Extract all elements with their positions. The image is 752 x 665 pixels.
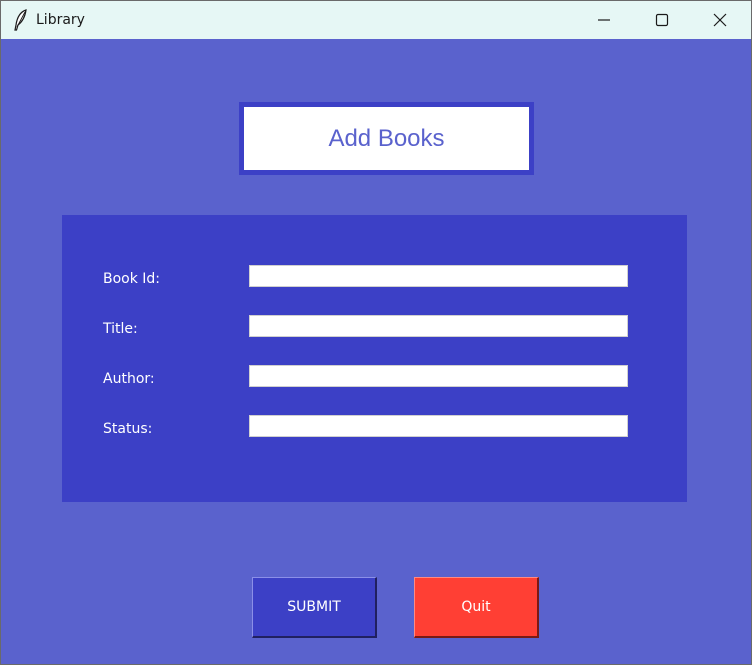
page-title: Add Books bbox=[328, 125, 445, 152]
title-bar[interactable]: Library bbox=[1, 1, 751, 39]
status-label: Status: bbox=[103, 421, 153, 437]
form-panel: Book Id: Title: Author: Status: bbox=[62, 215, 687, 502]
main-content: Add Books Book Id: Title: Author: Status… bbox=[1, 39, 751, 664]
quit-button[interactable]: Quit bbox=[414, 577, 539, 638]
minimize-icon bbox=[598, 19, 610, 21]
close-icon bbox=[713, 13, 727, 27]
app-window: Library Add Books Book Id: Title: Author… bbox=[0, 0, 752, 665]
window-title: Library bbox=[36, 12, 85, 28]
maximize-button[interactable] bbox=[633, 1, 691, 39]
feather-icon bbox=[13, 9, 29, 31]
author-input[interactable] bbox=[249, 365, 628, 387]
status-input[interactable] bbox=[249, 415, 628, 437]
submit-button[interactable]: SUBMIT bbox=[252, 577, 377, 638]
book-id-label: Book Id: bbox=[103, 271, 161, 287]
heading-frame: Add Books bbox=[239, 102, 534, 175]
title-input[interactable] bbox=[249, 315, 628, 337]
title-label: Title: bbox=[103, 321, 138, 337]
book-id-input[interactable] bbox=[249, 265, 628, 287]
maximize-icon bbox=[655, 13, 669, 27]
close-button[interactable] bbox=[691, 1, 749, 39]
minimize-button[interactable] bbox=[575, 1, 633, 39]
author-label: Author: bbox=[103, 371, 155, 387]
